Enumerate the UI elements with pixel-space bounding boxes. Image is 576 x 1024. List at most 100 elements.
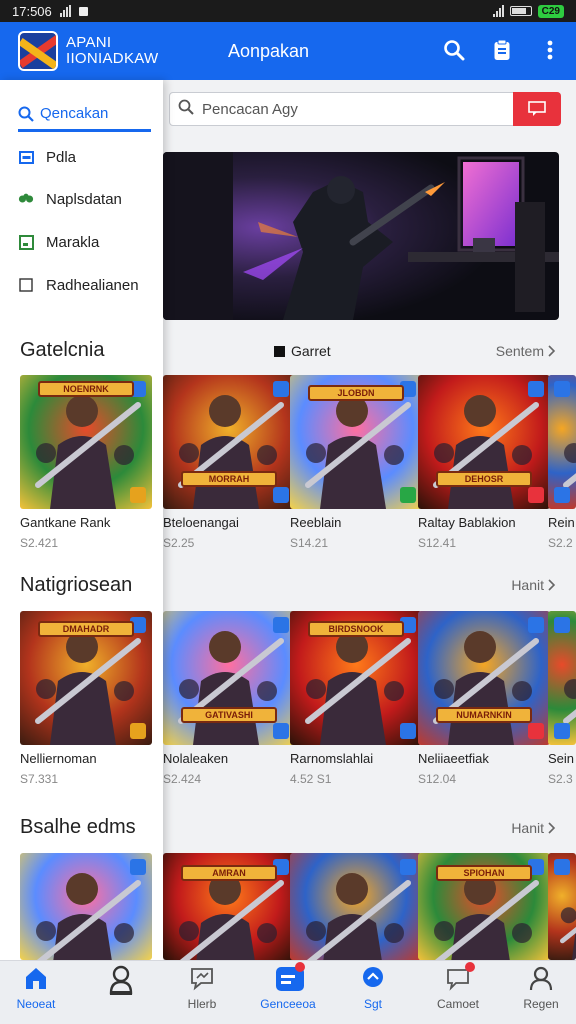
- search-input[interactable]: Pencacan Agy: [202, 101, 298, 118]
- game-title-banner: NOENRNK: [38, 381, 134, 397]
- game-title-banner: JLOBDN: [308, 385, 404, 401]
- more-vert-icon[interactable]: [538, 38, 562, 62]
- game-price: 4.52 S1: [290, 772, 332, 786]
- section-more-link[interactable]: Hanit: [511, 577, 556, 593]
- nav-label: Camoet: [436, 997, 480, 1011]
- nav-item-games[interactable]: Genceeoa: [248, 962, 328, 1021]
- chevron-right-icon: [548, 345, 556, 357]
- game-tile[interactable]: DMAHADR: [20, 611, 152, 745]
- square-check-icon: [18, 234, 34, 250]
- game-tile[interactable]: MORRAH: [163, 375, 295, 509]
- game-tile[interactable]: AMRAN: [163, 853, 295, 960]
- game-tile[interactable]: NUMARNKIN: [418, 611, 550, 745]
- game-price: S2.424: [163, 772, 202, 786]
- game-title-banner: BIRDSNOOK: [308, 621, 404, 637]
- game-title-banner: DMAHADR: [38, 621, 134, 637]
- nav-item-location[interactable]: Sgt: [333, 965, 413, 1021]
- game-price: S2.2: [548, 536, 573, 550]
- game-tile[interactable]: NOENRNK: [20, 375, 152, 509]
- game-price: S2.421: [20, 536, 59, 550]
- drawer-item-pdla[interactable]: Pdla: [18, 142, 158, 172]
- drawer-item-label: Pdla: [46, 148, 77, 166]
- edit-badge-icon: [554, 723, 570, 739]
- game-tile[interactable]: [548, 853, 576, 960]
- nav-item-profile[interactable]: Regen: [501, 965, 576, 1021]
- section-filter[interactable]: Garret: [274, 343, 331, 359]
- game-tile[interactable]: SPIOHAN: [418, 853, 550, 960]
- drawer-item-label: Radhealianen: [46, 276, 139, 294]
- game-tile[interactable]: GATIVASHI: [163, 611, 295, 745]
- nav-item-home[interactable]: Neoeat: [0, 965, 76, 1021]
- game-price: S12.04: [418, 772, 457, 786]
- status-bar: 17:506 C29: [0, 0, 576, 22]
- game-tile[interactable]: [548, 375, 576, 509]
- game-tile[interactable]: [20, 853, 152, 960]
- person-icon: [108, 965, 134, 995]
- platform-badge-icon: [130, 859, 146, 875]
- drawer-item-marakla[interactable]: Marakla: [18, 227, 158, 257]
- hero-banner[interactable]: [163, 152, 559, 320]
- game-price: S2.25: [163, 536, 195, 550]
- signal-icon: [59, 5, 71, 17]
- nav-item-messages[interactable]: Camoet: [418, 962, 498, 1021]
- game-title-banner: SPIOHAN: [436, 865, 532, 881]
- game-title-banner: DEHOSR: [436, 471, 532, 487]
- section-filter-label: Garret: [291, 343, 331, 359]
- notification-dot: [465, 962, 475, 972]
- drawer-item-radhealianen[interactable]: Radhealianen: [18, 270, 158, 300]
- section-more-link[interactable]: Hanit: [511, 820, 556, 836]
- search-bar[interactable]: Pencacan Agy: [169, 92, 561, 126]
- brand-line-2: IIONIADKAW: [66, 50, 159, 67]
- profile-icon: [528, 965, 554, 991]
- notification-dot: [295, 962, 305, 972]
- edit-badge-icon: [528, 723, 544, 739]
- drawer-item-label: Naplsdatan: [46, 190, 122, 208]
- brand-name: APANI IIONIADKAW: [66, 35, 158, 67]
- gamepad-icon: [275, 962, 305, 991]
- game-name: Nolaleaken: [163, 751, 229, 766]
- nav-label: Sgt: [363, 997, 382, 1011]
- section-title: Bsalhe edms: [20, 816, 136, 838]
- game-title-banner: GATIVASHI: [181, 707, 277, 723]
- game-tile[interactable]: JLOBDN: [290, 375, 422, 509]
- game-tile[interactable]: [290, 853, 422, 960]
- game-price: S12.41: [418, 536, 457, 550]
- notification-icon: [78, 6, 88, 16]
- edit-badge-icon: [273, 723, 289, 739]
- drawer-item-naplsdatan[interactable]: Naplsdatan: [18, 184, 158, 214]
- bottom-navigation: Neoeat Hlerb Genceeoa Sgt Camoet Regen: [0, 960, 576, 1024]
- game-name: Gantkane Rank: [20, 515, 111, 530]
- clipboard-icon[interactable]: [490, 38, 514, 62]
- edit-badge-icon: [528, 487, 544, 503]
- filter-button[interactable]: [513, 92, 561, 126]
- app-screen: 17:506 C29 APANI IIONIADKAW Aonpakan Pen…: [0, 0, 576, 1024]
- drawer-item-label: Marakla: [46, 233, 100, 251]
- section-more-link[interactable]: Sentem: [496, 343, 556, 359]
- app-logo-icon[interactable]: [18, 31, 58, 71]
- game-tile[interactable]: DEHOSR: [418, 375, 550, 509]
- search-icon: [178, 99, 194, 119]
- hero-artwork: [163, 152, 559, 320]
- nav-item-person[interactable]: [81, 965, 161, 1021]
- edit-badge-icon: [554, 487, 570, 503]
- game-tile[interactable]: BIRDSNOOK: [290, 611, 422, 745]
- platform-badge-icon: [528, 381, 544, 397]
- battery-icon: [509, 6, 532, 16]
- game-name: Nelliernoman: [20, 751, 97, 766]
- section-more-label: Sentem: [495, 343, 544, 359]
- edit-badge-icon: [273, 487, 289, 503]
- nav-label: Hlerb: [187, 997, 217, 1011]
- edit-badge-icon: [400, 487, 416, 503]
- game-name: Sein: [548, 751, 575, 766]
- filter-icon: [528, 101, 546, 116]
- search-icon[interactable]: [442, 38, 466, 62]
- game-name: Reeblain: [290, 515, 342, 530]
- platform-badge-icon: [554, 617, 570, 633]
- game-name: Rarnomslahlai: [290, 751, 374, 766]
- nav-item-chat[interactable]: Hlerb: [162, 965, 242, 1021]
- section-more-label: Hanit: [511, 577, 544, 593]
- game-tile[interactable]: [548, 611, 576, 745]
- drawer-search[interactable]: Qencakan: [18, 98, 151, 132]
- drawer-search-label: Qencakan: [40, 105, 109, 122]
- checkbox-icon: [18, 277, 34, 293]
